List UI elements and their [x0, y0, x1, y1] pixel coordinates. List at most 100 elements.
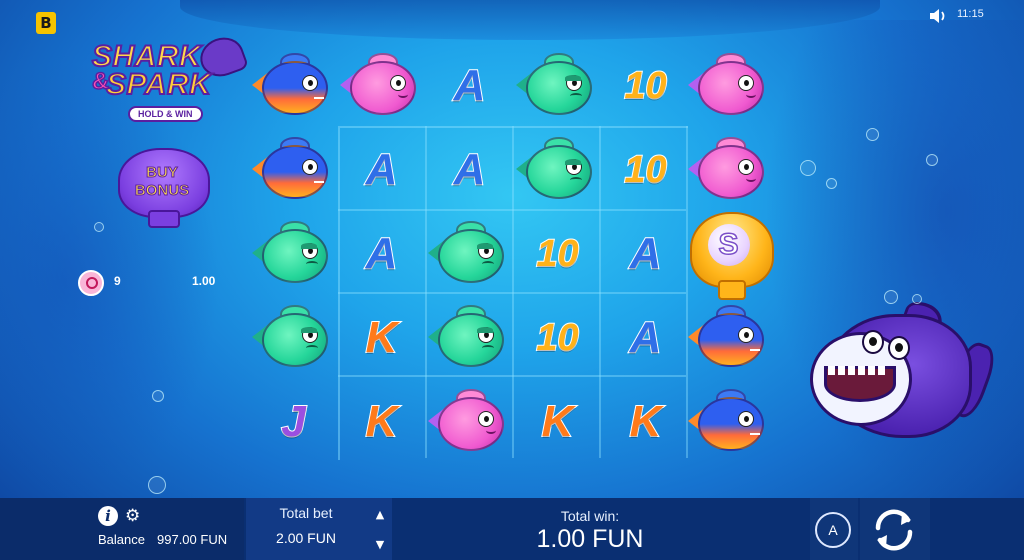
reel-cell	[686, 128, 773, 211]
bubble	[800, 160, 816, 176]
bubble	[148, 476, 166, 494]
fish-blue-icon	[687, 304, 770, 369]
reel-cell: A	[426, 128, 513, 211]
fish-green-icon	[427, 304, 510, 369]
shark-teeth	[828, 366, 888, 375]
reel-cell: 10	[514, 212, 601, 295]
fish-green-icon	[427, 220, 510, 285]
bubble	[926, 154, 938, 166]
logo-subtitle: HOLD & WIN	[128, 106, 203, 122]
scatter-shell-icon: S	[688, 210, 774, 300]
symbol-10: 10	[535, 232, 579, 275]
reel-cell: K	[338, 296, 425, 379]
speaker-icon[interactable]	[928, 8, 948, 24]
buy-bonus-line2: BONUS	[134, 182, 190, 200]
brand-logo: B	[36, 12, 56, 34]
bubble	[94, 222, 104, 232]
reel-cell	[514, 44, 601, 127]
shark-mascot	[806, 302, 1000, 446]
pearl-shell-icon	[78, 270, 104, 296]
fish-green-icon	[251, 304, 334, 369]
reel-cell: K	[514, 380, 601, 463]
bubble	[152, 390, 164, 402]
bubble	[826, 178, 837, 189]
reel-cell: 10	[514, 296, 601, 379]
scatter-letter: S	[718, 227, 740, 262]
fish-green-icon	[515, 136, 598, 201]
total-bet-value: 2.00 FUN	[276, 530, 336, 546]
fish-blue-icon	[251, 52, 334, 117]
reel-cell	[426, 296, 513, 379]
reel-cell	[338, 44, 425, 127]
reel-cell	[426, 380, 513, 463]
reel-cell	[514, 128, 601, 211]
bet-increase-button[interactable]: ▲	[370, 506, 390, 524]
reel-cell: A	[602, 296, 689, 379]
info-icon[interactable]: i	[98, 506, 118, 526]
reel-cell	[686, 380, 773, 463]
symbol-10: 10	[535, 316, 579, 359]
reel-cell: S	[686, 210, 774, 300]
reel-cell	[250, 296, 337, 379]
bubble	[884, 290, 898, 304]
symbol-K: K	[365, 396, 399, 446]
reef-left	[0, 60, 220, 500]
symbol-10: 10	[623, 64, 667, 107]
buy-bonus-line1: BUY	[146, 164, 179, 182]
symbol-A: A	[365, 228, 399, 278]
fish-blue-icon	[251, 136, 334, 201]
symbol-A: A	[629, 228, 663, 278]
reel-grid: A 10 A A 10 A 10 A S K 10 A J K K K	[250, 44, 774, 460]
symbol-A: A	[453, 144, 487, 194]
reel-cell: J	[250, 380, 337, 463]
total-win-value: 1.00 FUN	[536, 525, 644, 553]
balance-value: 997.00 FUN	[157, 532, 228, 547]
shark-eye-right	[888, 336, 910, 360]
balance-label: Balance	[98, 532, 145, 547]
reel-cell	[250, 212, 337, 295]
autoplay-label: A	[828, 522, 838, 538]
fish-pink-icon	[427, 388, 510, 453]
reel-cell	[686, 44, 773, 127]
logo-line2: SPARK	[105, 67, 212, 102]
reel-cell: K	[602, 380, 689, 463]
symbol-K: K	[541, 396, 575, 446]
bet-decrease-button[interactable]: ▼	[370, 536, 390, 554]
collect-count: 9	[114, 274, 121, 288]
reel-cell: K	[338, 380, 425, 463]
gear-icon[interactable]: ⚙	[125, 507, 140, 525]
symbol-10: 10	[623, 148, 667, 191]
reel-cell: A	[338, 128, 425, 211]
total-win-label: Total win:	[560, 508, 620, 524]
fish-green-icon	[515, 52, 598, 117]
autoplay-button[interactable]: A	[815, 512, 851, 548]
shell-base	[148, 210, 180, 228]
reel-cell: A	[426, 44, 513, 127]
game-logo: SHARK & SPARK HOLD & WIN	[91, 31, 250, 126]
fish-pink-icon	[687, 52, 770, 117]
fish-blue-icon	[687, 388, 770, 453]
balance-panel	[0, 498, 244, 560]
shark-eye-left	[862, 330, 884, 354]
bubble	[866, 128, 879, 141]
spin-button[interactable]	[868, 504, 920, 556]
fish-pink-icon	[339, 52, 422, 117]
clock: 11:15	[957, 8, 984, 20]
symbol-A: A	[629, 312, 663, 362]
symbol-A: A	[453, 60, 487, 110]
game-screen: B 11:15 SHARK & SPARK HOLD & WIN BUY BON…	[0, 0, 1024, 560]
reel-cell	[250, 128, 337, 211]
reel-cell	[426, 212, 513, 295]
symbol-J: J	[280, 396, 307, 446]
symbol-K: K	[365, 312, 399, 362]
reel-cell: A	[338, 212, 425, 295]
fish-green-icon	[251, 220, 334, 285]
buy-bonus-button[interactable]: BUY BONUS	[118, 148, 210, 228]
symbol-K: K	[629, 396, 663, 446]
reel-cell: A	[602, 212, 689, 295]
collect-value: 1.00	[192, 274, 216, 288]
bar-end	[932, 498, 1024, 560]
reel-cell: 10	[602, 44, 689, 127]
buy-bonus-label: BUY BONUS	[118, 164, 206, 200]
reel-cell	[686, 296, 773, 379]
